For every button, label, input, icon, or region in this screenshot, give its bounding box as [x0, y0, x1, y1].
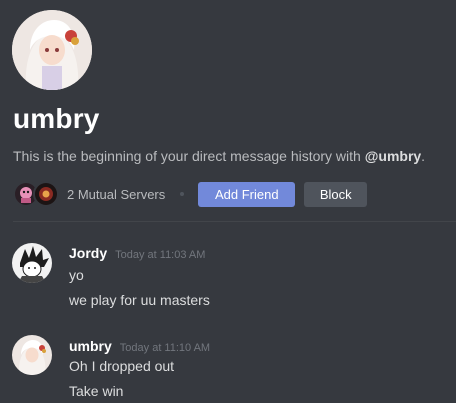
history-divider [13, 221, 456, 222]
message-text: yo [69, 267, 84, 283]
intro-prefix: This is the beginning of your direct mes… [13, 148, 365, 164]
mutual-server-icons[interactable] [13, 181, 59, 207]
avatar[interactable] [12, 243, 52, 283]
avatar[interactable] [12, 335, 52, 375]
server-icon-dark[interactable] [33, 181, 59, 207]
block-button[interactable]: Block [304, 181, 368, 207]
profile-avatar[interactable] [12, 10, 92, 90]
message-header: Jordy Today at 11:03 AM [69, 245, 205, 261]
author-name[interactable]: umbry [69, 338, 112, 354]
mutual-servers-link[interactable]: 2 Mutual Servers [67, 187, 165, 202]
message-text: Take win [69, 383, 124, 399]
separator-dot [180, 192, 185, 196]
message-text: Oh I dropped out [69, 358, 175, 374]
dm-intro-text: This is the beginning of your direct mes… [13, 148, 425, 164]
message-text: we play for uu masters [69, 292, 210, 308]
message-timestamp[interactable]: Today at 11:10 AM [120, 342, 210, 354]
author-name[interactable]: Jordy [69, 245, 107, 261]
profile-username: umbry [13, 103, 100, 134]
mutual-row: 2 Mutual Servers Add Friend Block [13, 181, 443, 207]
message-timestamp[interactable]: Today at 11:03 AM [115, 249, 205, 261]
intro-suffix: . [421, 148, 426, 164]
message-header: umbry Today at 11:10 AM [69, 338, 210, 354]
intro-mention[interactable]: @umbry [365, 148, 421, 164]
add-friend-button[interactable]: Add Friend [198, 181, 296, 207]
